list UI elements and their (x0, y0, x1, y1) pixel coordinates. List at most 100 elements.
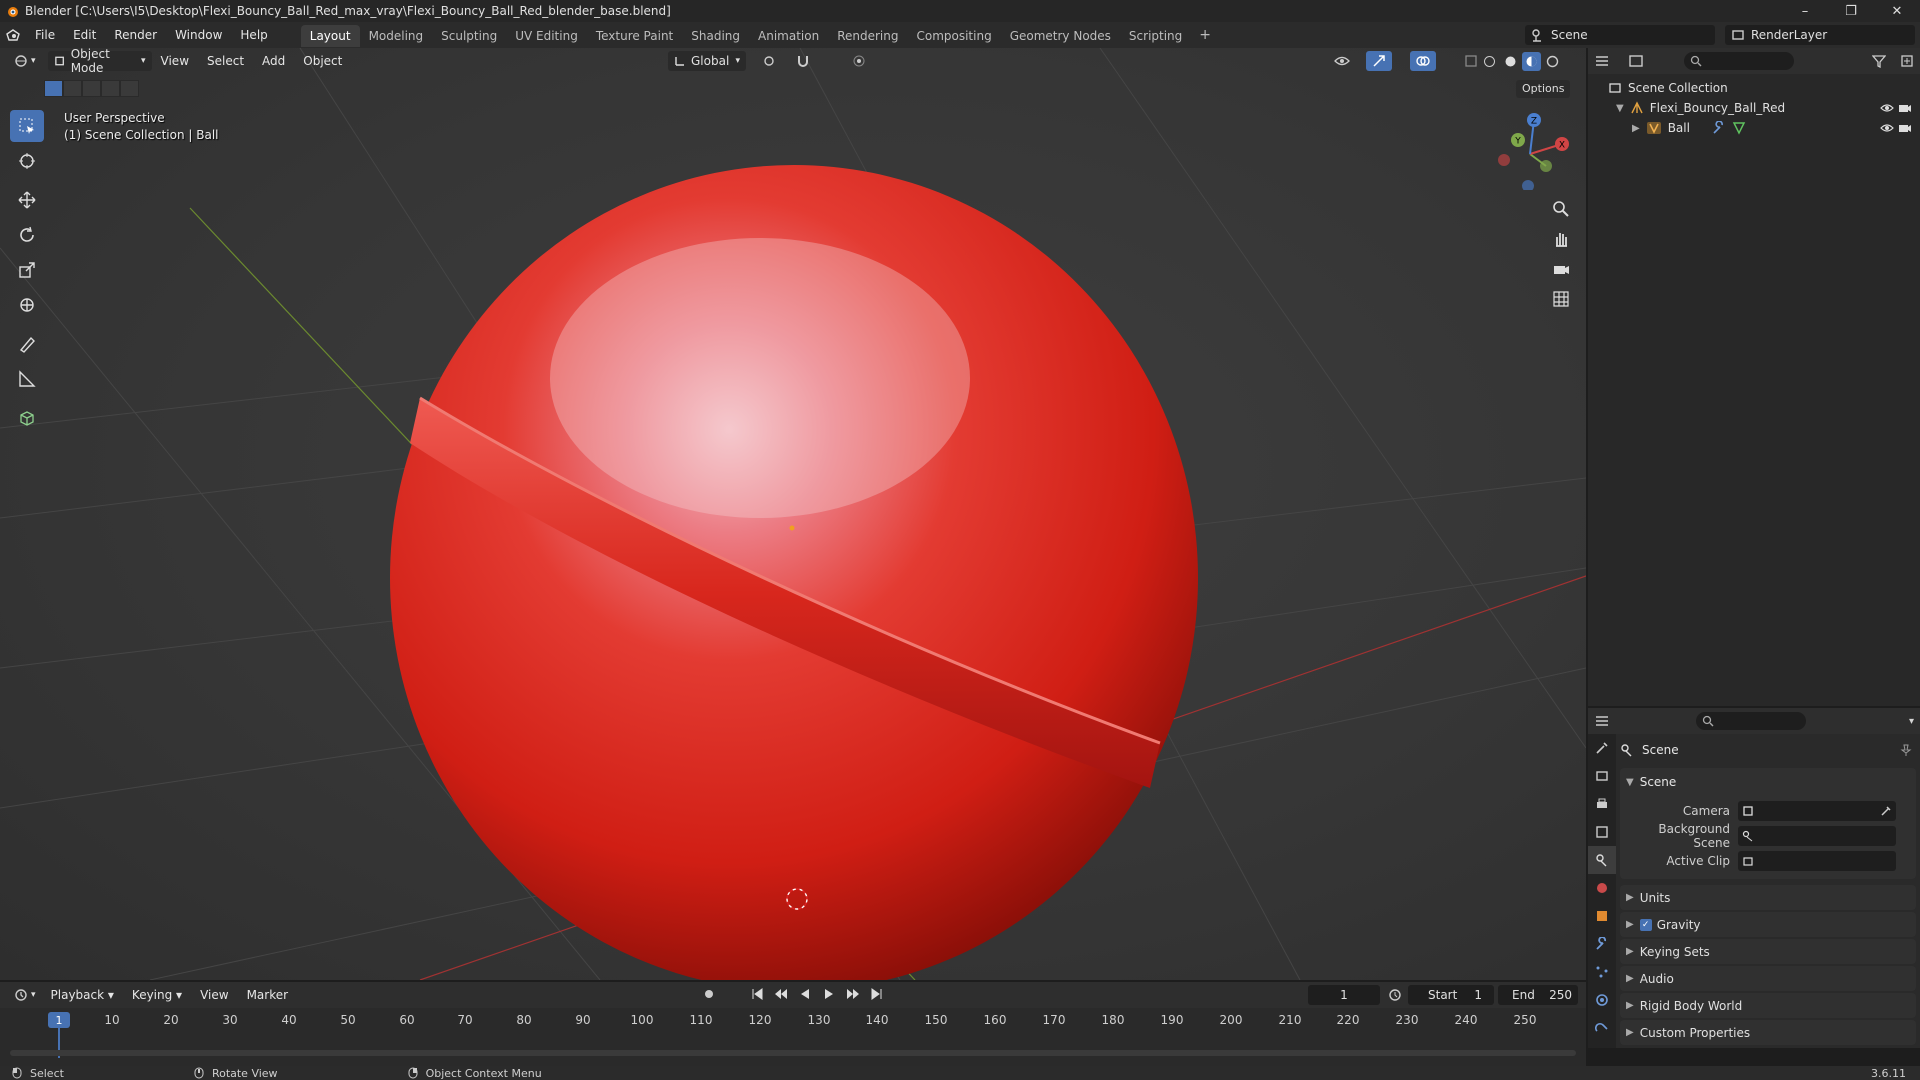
end-frame-field[interactable]: End 250 (1498, 985, 1578, 1005)
vp-menu-object[interactable]: Object (294, 48, 351, 74)
navigation-gizmo[interactable]: Z X Y (1490, 110, 1570, 190)
mesh-data-icon[interactable] (1732, 121, 1746, 135)
timeline-menu-playback[interactable]: Playback ▾ (42, 982, 123, 1008)
tab-texture-paint[interactable]: Texture Paint (587, 25, 682, 47)
solid-shading-button[interactable] (1501, 52, 1520, 71)
minimize-button[interactable]: – (1782, 0, 1828, 22)
chevron-down-icon[interactable]: ▼ (1616, 103, 1624, 114)
tab-scripting[interactable]: Scripting (1120, 25, 1191, 47)
modifier-wrench-icon[interactable] (1712, 121, 1726, 135)
menu-help[interactable]: Help (231, 22, 276, 48)
units-panel[interactable]: ▶ Units (1620, 885, 1916, 910)
tab-compositing[interactable]: Compositing (907, 25, 1000, 47)
gizmo-toggle[interactable] (1366, 51, 1392, 71)
outliner-search-input[interactable] (1684, 52, 1794, 70)
play-icon[interactable] (822, 987, 836, 1001)
properties-search-input[interactable] (1696, 712, 1806, 730)
preview-range-icon[interactable] (1388, 988, 1402, 1002)
tab-animation[interactable]: Animation (749, 25, 828, 47)
particles-tab[interactable] (1588, 958, 1616, 986)
timeline-scrollbar[interactable] (10, 1050, 1576, 1056)
pan-button[interactable] (1548, 226, 1574, 252)
menu-window[interactable]: Window (166, 22, 231, 48)
add-cube-tool[interactable] (10, 402, 44, 434)
eyedropper-icon[interactable] (1880, 805, 1892, 817)
select-new-mode[interactable] (44, 80, 63, 97)
custom-properties-panel[interactable]: ▶ Custom Properties (1620, 1020, 1916, 1045)
timeline-editor-type-button[interactable]: ▾ (8, 985, 42, 1005)
menu-edit[interactable]: Edit (64, 22, 105, 48)
red-ball[interactable] (390, 165, 1198, 980)
snap-toggle[interactable] (790, 51, 816, 71)
render-camera-icon[interactable] (1898, 102, 1912, 114)
scene-tab[interactable] (1588, 846, 1616, 874)
timeline-menu-marker[interactable]: Marker (238, 982, 297, 1008)
start-frame-field[interactable]: Start 1 (1408, 985, 1494, 1005)
select-box-tool[interactable] (10, 110, 44, 142)
tool-tab[interactable] (1588, 734, 1616, 762)
gravity-checkbox[interactable]: ✓ (1639, 918, 1652, 931)
active-clip-field[interactable] (1738, 850, 1896, 871)
tab-uv-editing[interactable]: UV Editing (506, 25, 587, 47)
chevron-down-icon[interactable]: ▾ (1909, 716, 1914, 727)
constraints-tab[interactable] (1588, 1014, 1616, 1042)
view-layer-tab[interactable] (1588, 818, 1616, 846)
editor-type-button[interactable]: ▾ (8, 51, 42, 71)
pin-icon[interactable] (1900, 744, 1912, 756)
jump-to-start-icon[interactable] (750, 987, 764, 1001)
vp-menu-view[interactable]: View (152, 48, 198, 74)
play-reverse-icon[interactable] (798, 987, 812, 1001)
render-tab[interactable] (1588, 762, 1616, 790)
tab-shading[interactable]: Shading (682, 25, 749, 47)
camera-view-button[interactable] (1548, 256, 1574, 282)
select-invert-mode[interactable] (101, 80, 120, 97)
3d-viewport[interactable]: ▾ Object Mode ▾ View Select Add Object G… (0, 48, 1586, 980)
mode-selector[interactable]: Object Mode ▾ (47, 48, 152, 75)
modifier-tab[interactable] (1588, 930, 1616, 958)
tab-geometry-nodes[interactable]: Geometry Nodes (1001, 25, 1120, 47)
jump-to-keyframe-forward-icon[interactable] (846, 987, 860, 1001)
output-tab[interactable] (1588, 790, 1616, 818)
timeline-menu-view[interactable]: View (191, 982, 237, 1008)
transform-tool[interactable] (10, 289, 44, 321)
keying-sets-panel[interactable]: ▶ Keying Sets (1620, 939, 1916, 964)
filter-icon[interactable] (1872, 54, 1886, 68)
move-tool[interactable] (10, 184, 44, 216)
pivot-point-button[interactable] (756, 51, 782, 71)
physics-tab[interactable] (1588, 986, 1616, 1014)
zoom-button[interactable] (1548, 196, 1574, 222)
camera-field[interactable] (1738, 800, 1896, 821)
frame-ruler[interactable]: 10 20 30 40 50 60 70 80 90 100 110 120 1… (0, 1010, 1586, 1030)
tab-modeling[interactable]: Modeling (360, 25, 433, 47)
tab-sculpting[interactable]: Sculpting (432, 25, 506, 47)
chevron-right-icon[interactable]: ▶ (1632, 123, 1640, 134)
background-scene-field[interactable] (1738, 825, 1896, 846)
menu-render[interactable]: Render (105, 22, 166, 48)
jump-to-end-icon[interactable] (870, 987, 884, 1001)
outliner-editor-icon[interactable] (1594, 54, 1610, 68)
ortho-toggle-button[interactable] (1548, 286, 1574, 312)
audio-panel[interactable]: ▶ Audio (1620, 966, 1916, 991)
timeline-menu-keying[interactable]: Keying ▾ (123, 982, 191, 1008)
rendered-shading-button[interactable] (1543, 52, 1562, 71)
render-layer-selector[interactable]: RenderLayer (1725, 25, 1915, 45)
wireframe-shading-button[interactable] (1480, 52, 1499, 71)
rotate-tool[interactable] (10, 219, 44, 251)
vp-menu-add[interactable]: Add (253, 48, 294, 74)
jump-to-keyframe-back-icon[interactable] (774, 987, 788, 1001)
viewport-scene[interactable] (0, 48, 1586, 980)
tab-layout[interactable]: Layout (300, 25, 360, 47)
transform-orientation-dropdown[interactable]: Global ▾ (668, 51, 746, 71)
proportional-edit-toggle[interactable] (846, 51, 872, 71)
render-camera-icon[interactable] (1898, 122, 1912, 134)
display-mode-icon[interactable] (1628, 54, 1644, 68)
outliner-row-ball[interactable]: ▶ Ball (1588, 118, 1920, 138)
close-button[interactable]: ✕ (1874, 0, 1920, 22)
select-subtract-mode[interactable] (82, 80, 101, 97)
rigid-body-world-panel[interactable]: ▶ Rigid Body World (1620, 993, 1916, 1018)
scene-selector[interactable]: Scene (1525, 25, 1715, 45)
outliner-row-scene-collection[interactable]: Scene Collection (1588, 78, 1920, 98)
tab-rendering[interactable]: Rendering (828, 25, 907, 47)
cursor-tool[interactable] (10, 145, 44, 177)
menu-file[interactable]: File (26, 22, 64, 48)
